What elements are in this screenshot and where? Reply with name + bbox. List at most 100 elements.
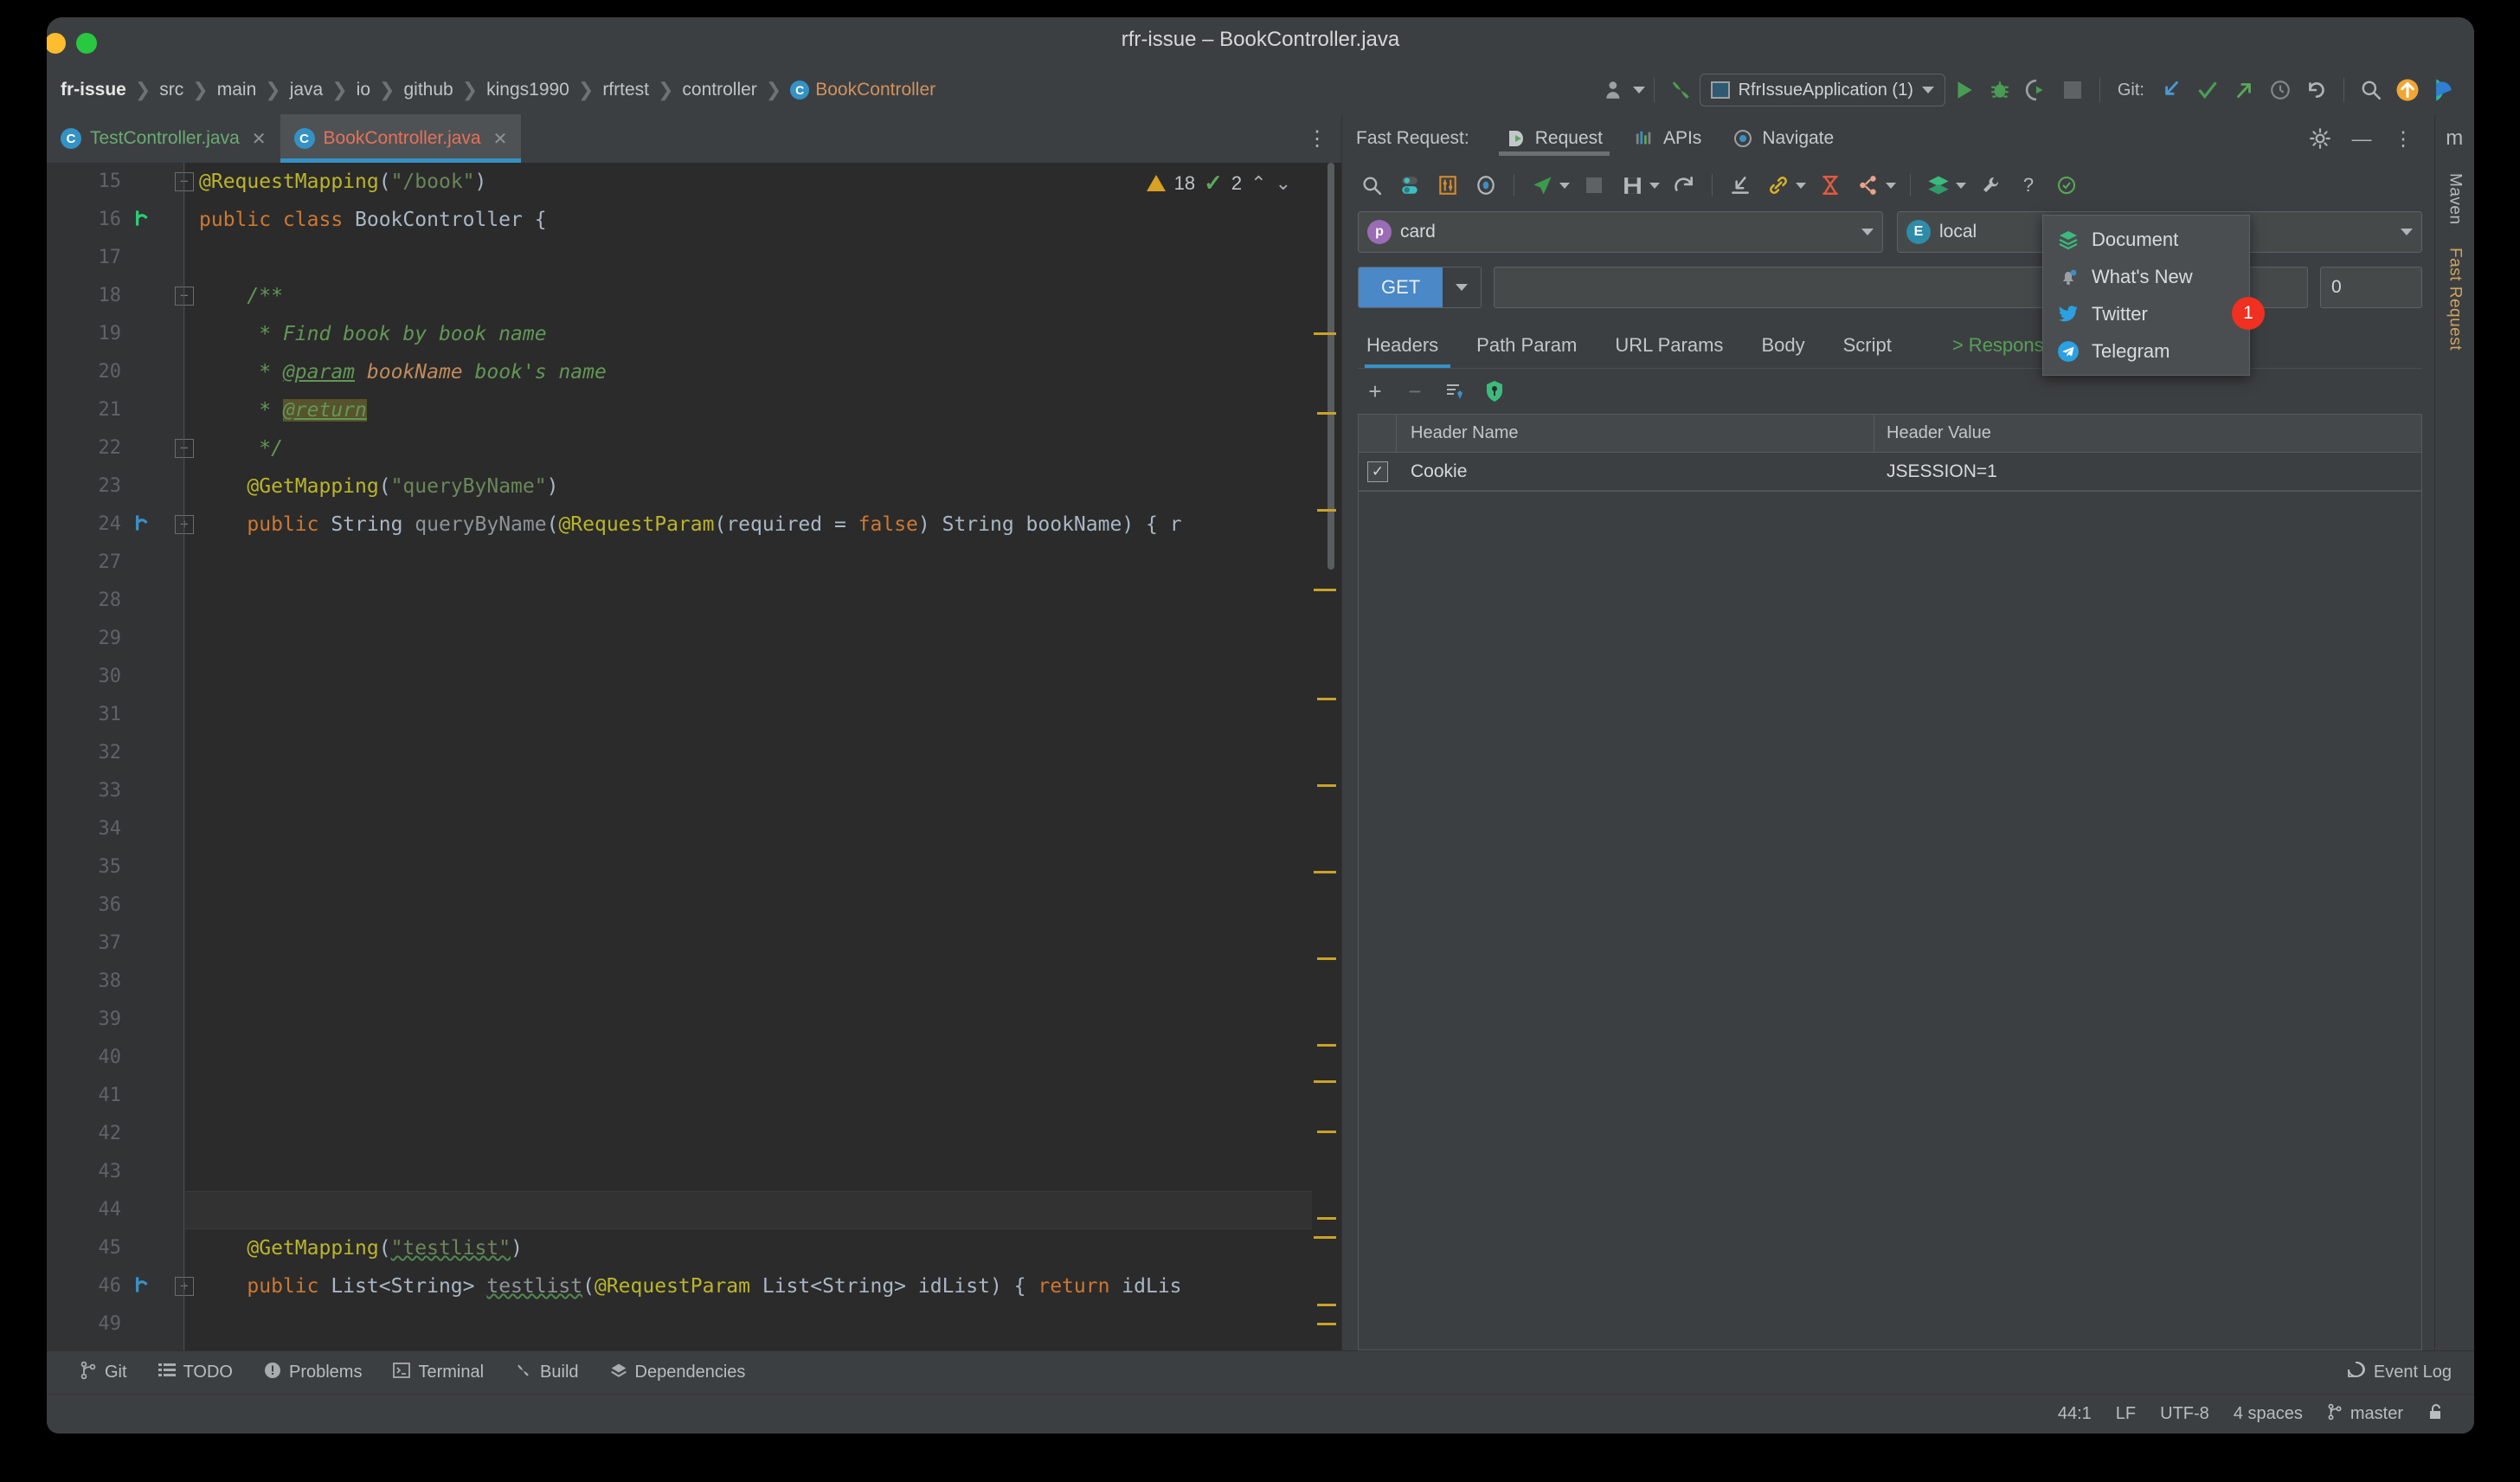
breadcrumb[interactable]: fr-issue ❯ src ❯ main ❯ java ❯ io ❯ gith… (54, 79, 944, 101)
git-history-icon[interactable] (2262, 72, 2298, 108)
send-icon[interactable] (1525, 168, 1559, 203)
add-row-icon[interactable]: + (1358, 374, 1392, 409)
error-stripe-mark[interactable] (1317, 1217, 1336, 1220)
event-log-button[interactable]: Event Log (2346, 1361, 2474, 1385)
menu-item-document[interactable]: Document (2043, 221, 2249, 258)
chevron-down-icon[interactable] (1921, 87, 1934, 93)
breadcrumb-item-io[interactable]: io (348, 80, 379, 100)
error-stripe-mark[interactable] (1314, 589, 1336, 591)
editor-gutter[interactable]: 15 16 17 18 19 20 21 22 23 24 27 28 29 30 31 32 33 34 35 36… (47, 163, 194, 1350)
override-gutter-icon[interactable] (130, 1273, 152, 1301)
tab-navigate[interactable]: Navigate (1717, 114, 1849, 163)
run-configuration-selector[interactable]: RfrIssueApplication (1) (1699, 74, 1945, 106)
menu-item-telegram[interactable]: Telegram (2043, 332, 2249, 370)
error-stripe-mark[interactable] (1317, 784, 1336, 787)
debug-icon[interactable] (1982, 72, 2018, 108)
maven-icon[interactable]: m (2446, 126, 2464, 151)
breadcrumb-item-project[interactable]: fr-issue (54, 80, 135, 100)
code-line[interactable]: @GetMapping("queryByName") (199, 467, 558, 506)
minimize-icon[interactable]: — (2343, 119, 2381, 158)
stack-options-caret-icon[interactable] (1956, 182, 1966, 189)
editor-tab-options-icon[interactable]: ⋮ (1293, 114, 1341, 163)
stack-layers-icon[interactable] (1921, 168, 1956, 203)
code-line[interactable]: */ (199, 429, 283, 467)
close-tab-icon[interactable]: ✕ (252, 128, 267, 150)
column-header-value[interactable]: Header Value (1874, 415, 2421, 452)
tool-window-problems[interactable]: Problems (248, 1362, 377, 1384)
save-options-caret-icon[interactable] (1649, 182, 1660, 189)
sub-tab-headers[interactable]: Headers (1358, 334, 1457, 369)
error-stripe-mark[interactable] (1317, 1131, 1336, 1133)
breadcrumb-item-main[interactable]: main (209, 80, 266, 100)
redo-icon[interactable] (1667, 168, 1701, 203)
row-checkbox-cell[interactable]: ✓ (1359, 453, 1397, 490)
user-menu-caret-icon[interactable] (1632, 87, 1645, 93)
timeout-input[interactable]: 0 (2320, 267, 2422, 308)
code-line[interactable]: /** (199, 277, 283, 315)
editor-tab-testcontroller[interactable]: C TestController.java ✕ (47, 114, 280, 163)
menu-item-twitter[interactable]: Twitter 1 (2043, 295, 2265, 332)
http-method-caret[interactable] (1443, 267, 1482, 307)
previous-problem-icon[interactable]: ⌃ (1250, 172, 1266, 195)
line-separator[interactable]: LF (2104, 1404, 2148, 1424)
error-stripe-mark[interactable] (1317, 1304, 1336, 1306)
cell-header-value[interactable]: JSESSION=1 (1874, 453, 2421, 490)
code-line[interactable]: * @param bookName book's name (199, 353, 607, 391)
indent-setting[interactable]: 4 spaces (2221, 1404, 2315, 1424)
code-line[interactable]: public List<String> testlist(@RequestPar… (199, 1267, 1181, 1305)
sub-tab-url-params[interactable]: URL Params (1596, 334, 1742, 369)
unlocked-icon[interactable] (2415, 1402, 2457, 1427)
menu-item-whats-new[interactable]: What's New (2043, 258, 2249, 295)
error-stripe-mark[interactable] (1314, 871, 1336, 873)
tab-request[interactable]: Request (1490, 114, 1618, 163)
code-line[interactable]: * @return (199, 391, 367, 429)
error-stripe-mark[interactable] (1317, 509, 1336, 512)
table-row[interactable]: ✓ Cookie JSESSION=1 (1359, 453, 2421, 491)
share-icon[interactable] (1851, 168, 1886, 203)
search-everywhere-icon[interactable] (2353, 72, 2389, 108)
wrench-icon[interactable] (1973, 168, 2008, 203)
run-gutter-icon[interactable] (130, 207, 152, 235)
cell-header-name[interactable]: Cookie (1397, 453, 1874, 490)
tool-window-git[interactable]: Git (64, 1361, 143, 1385)
code-editor[interactable]: 15 16 17 18 19 20 21 22 23 24 27 28 29 30 31 32 33 34 35 36… (47, 163, 1341, 1350)
http-method-selector[interactable]: GET (1358, 267, 1482, 308)
tool-window-terminal[interactable]: Terminal (377, 1362, 499, 1384)
eye-target-icon[interactable] (1469, 168, 1503, 203)
toggle-switch-icon[interactable] (1392, 168, 1427, 203)
row-checkbox[interactable]: ✓ (1367, 461, 1388, 482)
maven-tool-window[interactable]: Maven (2446, 173, 2465, 225)
update-available-icon[interactable] (2389, 72, 2426, 108)
support-icon[interactable] (2049, 168, 2084, 203)
code-line[interactable]: @GetMapping("testlist") (199, 1229, 523, 1267)
bulk-edit-icon[interactable] (1437, 374, 1472, 409)
project-selector[interactable]: p card (1358, 211, 1883, 253)
breadcrumb-item-class[interactable]: C BookController (781, 80, 944, 100)
link-icon[interactable] (1761, 168, 1796, 203)
column-header-name[interactable]: Header Name (1397, 415, 1874, 452)
git-rollback-icon[interactable] (2298, 72, 2335, 108)
tool-window-dependencies[interactable]: Dependencies (595, 1362, 762, 1384)
import-icon[interactable] (1723, 168, 1758, 203)
editor-tab-bookcontroller[interactable]: C BookController.java ✕ (280, 114, 522, 163)
user-avatar-icon[interactable] (1597, 72, 1633, 108)
sub-tab-path-param[interactable]: Path Param (1457, 334, 1596, 369)
ide-feature-icon[interactable] (2426, 72, 2462, 108)
code-line[interactable]: public String queryByName(@RequestParam(… (199, 506, 1181, 544)
code-line[interactable]: public class BookController { (199, 201, 547, 239)
breadcrumb-item-controller[interactable]: controller (673, 80, 765, 100)
breadcrumb-item-github[interactable]: github (395, 80, 461, 100)
breadcrumb-item-src[interactable]: src (151, 80, 192, 100)
error-stripe-markers[interactable] (1312, 163, 1341, 1350)
close-tab-icon[interactable]: ✕ (493, 128, 508, 150)
help-dropdown-menu[interactable]: Document What's New Twitter 1 Telegram (2042, 215, 2265, 376)
file-encoding[interactable]: UTF-8 (2148, 1404, 2221, 1424)
error-stripe-mark[interactable] (1317, 412, 1336, 415)
code-text-area[interactable]: @RequestMapping("/book") public class Boo… (185, 163, 1341, 1350)
next-problem-icon[interactable]: ⌄ (1276, 172, 1291, 195)
settings-sliders-icon[interactable] (1430, 168, 1465, 203)
git-update-icon[interactable] (2153, 72, 2189, 108)
send-options-caret-icon[interactable] (1559, 182, 1570, 189)
error-stripe-mark[interactable] (1317, 1323, 1336, 1325)
search-icon[interactable] (1354, 168, 1389, 203)
